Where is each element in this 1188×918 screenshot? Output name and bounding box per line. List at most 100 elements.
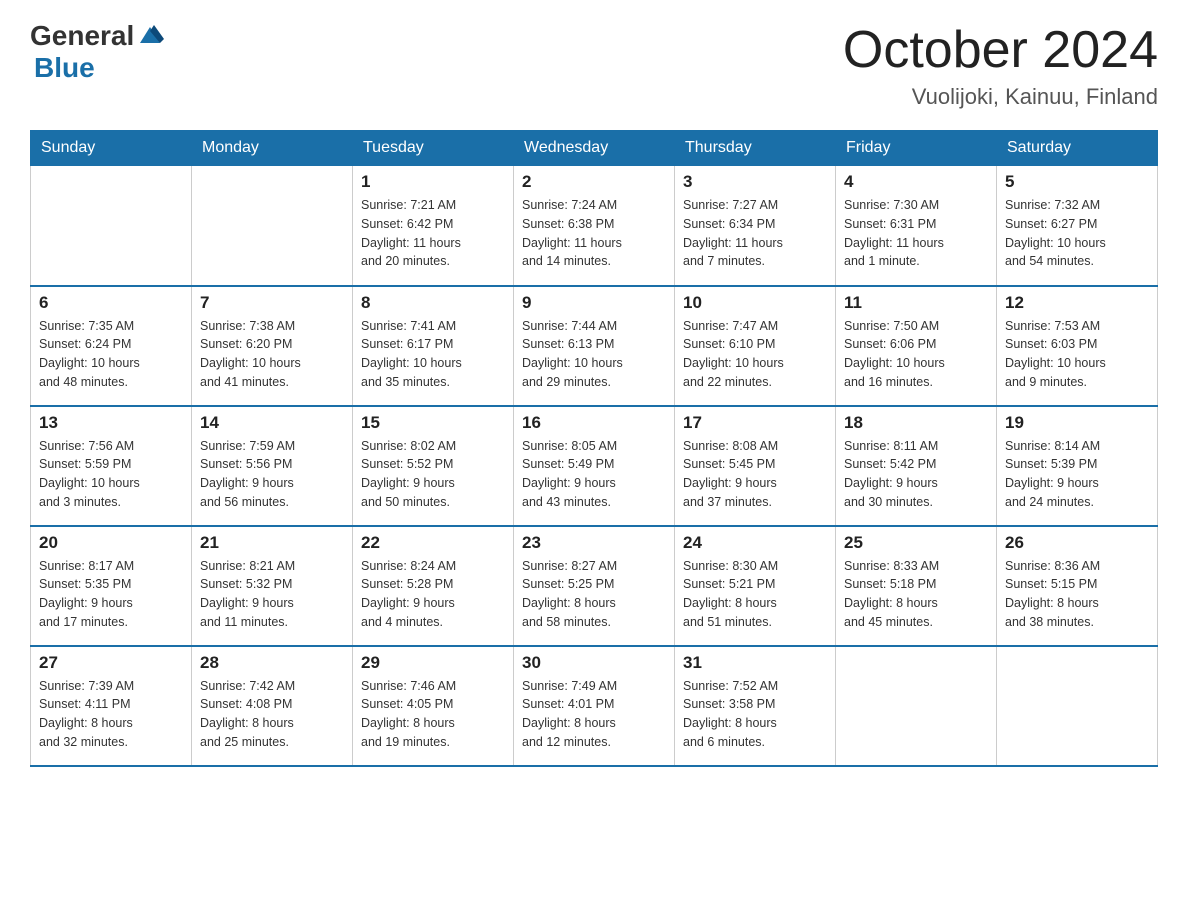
- day-info: Sunrise: 7:39 AM Sunset: 4:11 PM Dayligh…: [39, 677, 183, 752]
- calendar-cell: 12Sunrise: 7:53 AM Sunset: 6:03 PM Dayli…: [997, 286, 1158, 406]
- day-number: 26: [1005, 533, 1149, 553]
- calendar-cell: 5 Sunrise: 7:32 AM Sunset: 6:27 PM Daylig…: [997, 166, 1158, 286]
- calendar-cell: [31, 166, 192, 286]
- calendar-cell: [836, 646, 997, 766]
- calendar-cell: 15 Sunrise: 8:02 AM Sunset: 5:52 PM Dayli…: [353, 406, 514, 526]
- day-info: Sunrise: 7:21 AM Sunset: 6:42 PM Dayligh…: [361, 196, 505, 271]
- calendar-cell: 31 Sunrise: 7:52 AM Sunset: 3:58 PM Dayli…: [675, 646, 836, 766]
- month-title: October 2024: [843, 20, 1158, 80]
- day-info: Sunrise: 7:42 AM Sunset: 4:08 PM Dayligh…: [200, 677, 344, 752]
- calendar-cell: 16 Sunrise: 8:05 AM Sunset: 5:49 PM Dayli…: [514, 406, 675, 526]
- day-info: Sunrise: 7:32 AM Sunset: 6:27 PM Dayligh…: [1005, 196, 1149, 271]
- day-number: 11: [844, 293, 988, 313]
- weekday-header-wednesday: Wednesday: [514, 131, 675, 166]
- day-info: Sunrise: 8:05 AM Sunset: 5:49 PM Dayligh…: [522, 437, 666, 512]
- calendar-cell: 13Sunrise: 7:56 AM Sunset: 5:59 PM Dayli…: [31, 406, 192, 526]
- calendar-cell: 27Sunrise: 7:39 AM Sunset: 4:11 PM Dayli…: [31, 646, 192, 766]
- day-number: 7: [200, 293, 344, 313]
- day-number: 5: [1005, 172, 1149, 192]
- day-info: Sunrise: 7:50 AM Sunset: 6:06 PM Dayligh…: [844, 317, 988, 392]
- calendar-cell: 3 Sunrise: 7:27 AM Sunset: 6:34 PM Daylig…: [675, 166, 836, 286]
- weekday-header-friday: Friday: [836, 131, 997, 166]
- day-info: Sunrise: 7:46 AM Sunset: 4:05 PM Dayligh…: [361, 677, 505, 752]
- day-number: 9: [522, 293, 666, 313]
- day-number: 24: [683, 533, 827, 553]
- calendar-cell: 8 Sunrise: 7:41 AM Sunset: 6:17 PM Daylig…: [353, 286, 514, 406]
- day-info: Sunrise: 7:35 AM Sunset: 6:24 PM Dayligh…: [39, 317, 183, 392]
- day-info: Sunrise: 7:52 AM Sunset: 3:58 PM Dayligh…: [683, 677, 827, 752]
- day-number: 29: [361, 653, 505, 673]
- day-info: Sunrise: 7:30 AM Sunset: 6:31 PM Dayligh…: [844, 196, 988, 271]
- day-info: Sunrise: 8:11 AM Sunset: 5:42 PM Dayligh…: [844, 437, 988, 512]
- logo-blue-text: Blue: [34, 52, 95, 84]
- day-info: Sunrise: 7:41 AM Sunset: 6:17 PM Dayligh…: [361, 317, 505, 392]
- day-number: 30: [522, 653, 666, 673]
- day-info: Sunrise: 8:33 AM Sunset: 5:18 PM Dayligh…: [844, 557, 988, 632]
- day-info: Sunrise: 8:14 AM Sunset: 5:39 PM Dayligh…: [1005, 437, 1149, 512]
- calendar-week-2: 6 Sunrise: 7:35 AM Sunset: 6:24 PM Daylig…: [31, 286, 1158, 406]
- weekday-header-thursday: Thursday: [675, 131, 836, 166]
- day-number: 15: [361, 413, 505, 433]
- day-info: Sunrise: 7:44 AM Sunset: 6:13 PM Dayligh…: [522, 317, 666, 392]
- day-number: 6: [39, 293, 183, 313]
- day-number: 16: [522, 413, 666, 433]
- day-info: Sunrise: 7:38 AM Sunset: 6:20 PM Dayligh…: [200, 317, 344, 392]
- day-number: 3: [683, 172, 827, 192]
- day-info: Sunrise: 7:53 AM Sunset: 6:03 PM Dayligh…: [1005, 317, 1149, 392]
- day-number: 17: [683, 413, 827, 433]
- calendar-cell: 24 Sunrise: 8:30 AM Sunset: 5:21 PM Dayli…: [675, 526, 836, 646]
- page-header: General Blue October 2024 Vuolijoki, Kai…: [30, 20, 1158, 110]
- calendar-cell: [997, 646, 1158, 766]
- day-number: 8: [361, 293, 505, 313]
- calendar-cell: 26 Sunrise: 8:36 AM Sunset: 5:15 PM Dayli…: [997, 526, 1158, 646]
- logo-general-text: General: [30, 20, 134, 52]
- weekday-header-row: SundayMondayTuesdayWednesdayThursdayFrid…: [31, 131, 1158, 166]
- day-info: Sunrise: 7:56 AM Sunset: 5:59 PM Dayligh…: [39, 437, 183, 512]
- day-number: 4: [844, 172, 988, 192]
- logo: General Blue: [30, 20, 164, 84]
- day-info: Sunrise: 8:17 AM Sunset: 5:35 PM Dayligh…: [39, 557, 183, 632]
- calendar-cell: 11 Sunrise: 7:50 AM Sunset: 6:06 PM Dayli…: [836, 286, 997, 406]
- day-number: 28: [200, 653, 344, 673]
- calendar-cell: 29 Sunrise: 7:46 AM Sunset: 4:05 PM Dayli…: [353, 646, 514, 766]
- calendar-week-5: 27Sunrise: 7:39 AM Sunset: 4:11 PM Dayli…: [31, 646, 1158, 766]
- day-info: Sunrise: 8:30 AM Sunset: 5:21 PM Dayligh…: [683, 557, 827, 632]
- calendar-cell: 19 Sunrise: 8:14 AM Sunset: 5:39 PM Dayli…: [997, 406, 1158, 526]
- calendar-cell: 7 Sunrise: 7:38 AM Sunset: 6:20 PM Daylig…: [192, 286, 353, 406]
- calendar-cell: 17Sunrise: 8:08 AM Sunset: 5:45 PM Dayli…: [675, 406, 836, 526]
- calendar-week-1: 1Sunrise: 7:21 AM Sunset: 6:42 PM Daylig…: [31, 166, 1158, 286]
- logo-icon: [136, 21, 164, 49]
- day-info: Sunrise: 7:24 AM Sunset: 6:38 PM Dayligh…: [522, 196, 666, 271]
- day-number: 10: [683, 293, 827, 313]
- weekday-header-tuesday: Tuesday: [353, 131, 514, 166]
- day-info: Sunrise: 7:49 AM Sunset: 4:01 PM Dayligh…: [522, 677, 666, 752]
- calendar-cell: 14 Sunrise: 7:59 AM Sunset: 5:56 PM Dayli…: [192, 406, 353, 526]
- calendar-cell: 21Sunrise: 8:21 AM Sunset: 5:32 PM Dayli…: [192, 526, 353, 646]
- day-info: Sunrise: 8:27 AM Sunset: 5:25 PM Dayligh…: [522, 557, 666, 632]
- weekday-header-saturday: Saturday: [997, 131, 1158, 166]
- calendar-cell: 9 Sunrise: 7:44 AM Sunset: 6:13 PM Daylig…: [514, 286, 675, 406]
- calendar-week-3: 13Sunrise: 7:56 AM Sunset: 5:59 PM Dayli…: [31, 406, 1158, 526]
- weekday-header-sunday: Sunday: [31, 131, 192, 166]
- calendar-table: SundayMondayTuesdayWednesdayThursdayFrid…: [30, 130, 1158, 767]
- day-number: 19: [1005, 413, 1149, 433]
- day-number: 21: [200, 533, 344, 553]
- calendar-cell: 4 Sunrise: 7:30 AM Sunset: 6:31 PM Daylig…: [836, 166, 997, 286]
- calendar-cell: 2Sunrise: 7:24 AM Sunset: 6:38 PM Daylig…: [514, 166, 675, 286]
- day-number: 18: [844, 413, 988, 433]
- day-info: Sunrise: 7:59 AM Sunset: 5:56 PM Dayligh…: [200, 437, 344, 512]
- calendar-cell: 30 Sunrise: 7:49 AM Sunset: 4:01 PM Dayli…: [514, 646, 675, 766]
- day-number: 31: [683, 653, 827, 673]
- weekday-header-monday: Monday: [192, 131, 353, 166]
- location-text: Vuolijoki, Kainuu, Finland: [843, 84, 1158, 110]
- day-info: Sunrise: 8:02 AM Sunset: 5:52 PM Dayligh…: [361, 437, 505, 512]
- day-info: Sunrise: 7:47 AM Sunset: 6:10 PM Dayligh…: [683, 317, 827, 392]
- day-number: 14: [200, 413, 344, 433]
- calendar-cell: 20Sunrise: 8:17 AM Sunset: 5:35 PM Dayli…: [31, 526, 192, 646]
- day-number: 25: [844, 533, 988, 553]
- calendar-cell: 6 Sunrise: 7:35 AM Sunset: 6:24 PM Daylig…: [31, 286, 192, 406]
- day-info: Sunrise: 7:27 AM Sunset: 6:34 PM Dayligh…: [683, 196, 827, 271]
- day-number: 22: [361, 533, 505, 553]
- day-info: Sunrise: 8:36 AM Sunset: 5:15 PM Dayligh…: [1005, 557, 1149, 632]
- calendar-cell: 22Sunrise: 8:24 AM Sunset: 5:28 PM Dayli…: [353, 526, 514, 646]
